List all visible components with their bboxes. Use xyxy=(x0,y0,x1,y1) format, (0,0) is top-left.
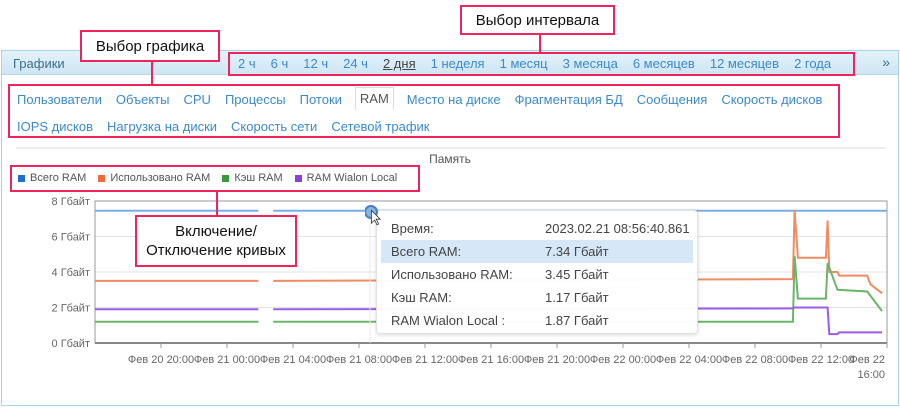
tooltip-row: Использовано RAM: 3.45 Гбайт xyxy=(381,263,693,286)
callout-line xyxy=(216,191,218,216)
x-tick-label: Фев 22 12:00 xyxy=(788,354,854,366)
tooltip-key: Использовано RAM: xyxy=(391,267,513,282)
mouse-cursor-icon xyxy=(364,204,385,231)
annotation-toggle-line1: Включение/ xyxy=(175,223,257,240)
x-tick-label: Фев 21 16:00 xyxy=(458,354,524,366)
tabs-highlight-frame xyxy=(8,84,840,138)
y-tick-label: 2 Гбайт xyxy=(52,303,90,315)
callout-line xyxy=(539,34,541,53)
annotation-toggle: Включение/ Отключение кривых xyxy=(135,215,297,267)
x-tick-label: Фев 22 08:00 xyxy=(722,354,788,366)
y-tick-label: 0 Гбайт xyxy=(52,338,90,350)
x-tick-label: Фев 21 20:00 xyxy=(524,354,590,366)
x-tick-label: Фев 21 12:00 xyxy=(392,354,458,366)
chart-tooltip: Время: 2023.02.21 08:56:40.861 Всего RAM: 7… xyxy=(376,210,698,334)
interval-highlight-frame xyxy=(228,52,855,76)
tooltip-row: Всего RAM: 7.34 Гбайт xyxy=(381,240,693,263)
tooltip-key: Кэш RAM: xyxy=(391,290,452,305)
x-tick-label: Фев 22 04:00 xyxy=(656,354,722,366)
tooltip-row: Кэш RAM: 1.17 Гбайт xyxy=(381,286,693,309)
tooltip-key: Всего RAM: xyxy=(391,244,462,259)
tooltip-value: 2023.02.21 08:56:40.861 xyxy=(545,221,690,236)
annotation-interval: Выбор интервала xyxy=(460,5,615,35)
tooltip-value: 1.17 Гбайт xyxy=(545,290,609,305)
x-tick-label: Фев 22 00:00 xyxy=(590,354,656,366)
tooltip-key: Время: xyxy=(391,221,434,236)
annotation-chart: Выбор графика xyxy=(80,30,220,62)
tooltip-value: 7.34 Гбайт xyxy=(545,244,609,259)
x-tick-label: Фев 22 16:00 xyxy=(849,354,885,381)
annotation-toggle-line2: Отключение кривых xyxy=(146,242,286,259)
y-tick-label: 4 Гбайт xyxy=(52,267,90,279)
x-tick-label: Фев 21 04:00 xyxy=(260,354,326,366)
y-tick-label: 6 Гбайт xyxy=(52,232,90,244)
x-tick-label: Фев 20 20:00 xyxy=(128,354,194,366)
x-tick-label: Фев 21 00:00 xyxy=(194,354,260,366)
y-tick-label: 8 Гбайт xyxy=(52,196,90,208)
tooltip-value: 1.87 Гбайт xyxy=(545,313,609,328)
x-tick-label: Фев 21 08:00 xyxy=(326,354,392,366)
callout-line xyxy=(151,61,153,85)
tooltip-row: Время: 2023.02.21 08:56:40.861 xyxy=(381,217,693,240)
tooltip-key: RAM Wialon Local : xyxy=(391,313,506,328)
legend-highlight-frame xyxy=(10,165,420,192)
tooltip-row: RAM Wialon Local : 1.87 Гбайт xyxy=(381,309,693,332)
tooltip-value: 3.45 Гбайт xyxy=(545,267,609,282)
